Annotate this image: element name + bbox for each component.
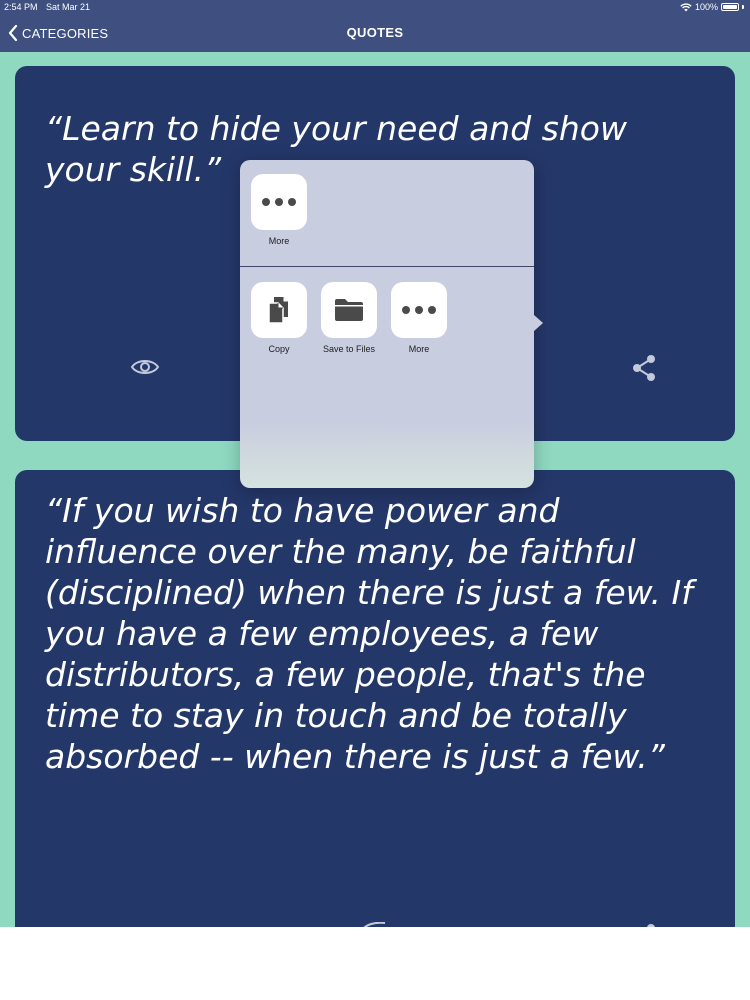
status-date: Sat Mar 21 — [46, 2, 91, 12]
more-button[interactable]: More — [384, 282, 454, 354]
quote-card: “If you wish to have power and influence… — [15, 470, 735, 927]
eye-icon[interactable] — [130, 356, 160, 378]
battery-icon — [721, 3, 739, 11]
action-label: More — [268, 236, 290, 246]
leaf-icon[interactable] — [359, 922, 387, 927]
copy-icon — [251, 282, 307, 338]
status-bar: 2:54 PM Sat Mar 21 100% — [0, 0, 750, 14]
more-icon — [391, 282, 447, 338]
folder-icon — [321, 282, 377, 338]
share-icon[interactable] — [631, 354, 659, 382]
action-label: Copy — [268, 344, 290, 354]
share-sheet: More Copy Save to Files More — [240, 160, 534, 488]
battery-nub — [742, 5, 744, 9]
action-label: Save to Files — [322, 344, 376, 354]
status-time: 2:54 PM — [4, 2, 38, 12]
more-icon — [251, 174, 307, 230]
share-icon[interactable] — [645, 922, 657, 927]
divider — [240, 266, 534, 267]
popover-arrow — [534, 315, 543, 331]
more-button[interactable]: More — [244, 174, 314, 246]
quote-text: “If you wish to have power and influence… — [45, 491, 693, 776]
action-label: More — [408, 344, 430, 354]
wifi-icon — [680, 2, 692, 11]
app-screen: 2:54 PM Sat Mar 21 100% CATEGORIES QUOTE… — [0, 0, 750, 927]
navigation-bar: CATEGORIES QUOTES — [0, 14, 750, 52]
page-title: QUOTES — [346, 25, 404, 40]
save-to-files-button[interactable]: Save to Files — [314, 282, 384, 354]
battery-percent: 100% — [694, 2, 718, 12]
copy-button[interactable]: Copy — [244, 282, 314, 354]
